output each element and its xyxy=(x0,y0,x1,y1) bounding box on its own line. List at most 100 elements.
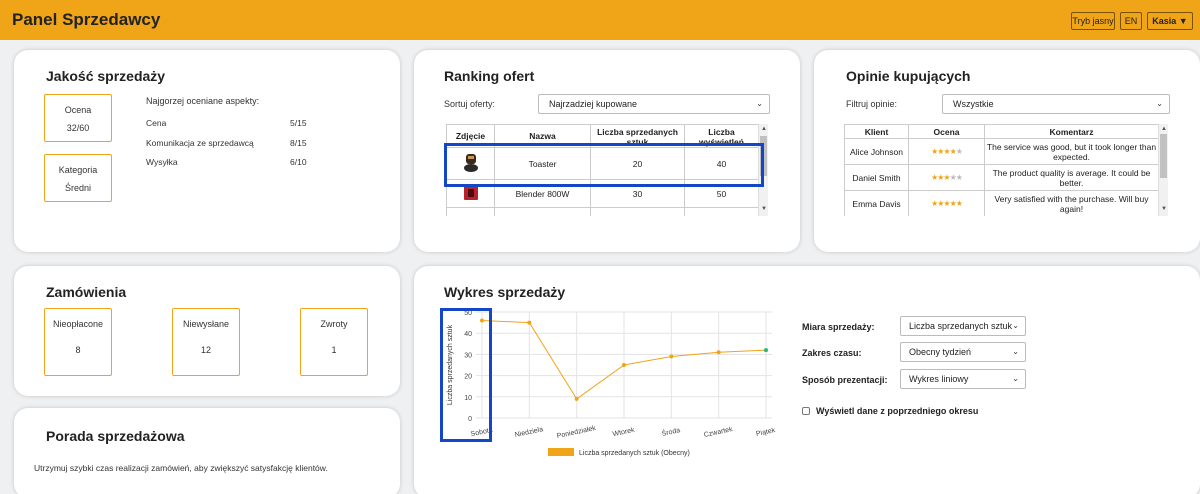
chevron-down-icon: ⌄ xyxy=(1012,321,1019,330)
category-box: Kategoria Średni xyxy=(44,154,112,202)
x-tick-label: Piątek xyxy=(755,427,776,438)
data-point xyxy=(574,396,579,401)
filter-opinions-select[interactable]: Wszystkie ⌄ xyxy=(942,94,1170,114)
chevron-down-icon: ⌄ xyxy=(756,99,763,108)
buyer-opinions-title: Opinie kupujących xyxy=(846,68,971,84)
sales-measure-select[interactable]: Liczba sprzedanych sztuk ⌄ xyxy=(900,316,1026,336)
language-button[interactable]: EN xyxy=(1120,12,1142,30)
returns-value: 1 xyxy=(331,345,337,355)
x-tick-label: Niedziela xyxy=(514,426,544,439)
chevron-down-icon: ⌄ xyxy=(1156,99,1163,108)
y-tick-label: 20 xyxy=(464,374,472,381)
star-rating-icon: ★★★★★ xyxy=(931,173,963,182)
sales-tip-title: Porada sprzedażowa xyxy=(46,428,185,444)
opinions-scrollbar[interactable]: ▲ ▼ xyxy=(1158,124,1168,216)
time-range-label: Zakres czasu: xyxy=(802,348,862,358)
y-tick-label: 40 xyxy=(464,331,472,338)
category-label: Kategoria xyxy=(58,165,98,175)
table-row[interactable]: Blender 800W 30 50 xyxy=(446,179,759,208)
data-point xyxy=(527,320,532,325)
sort-offers-value: Najrzadziej kupowane xyxy=(549,99,638,109)
views-count: 40 xyxy=(684,147,759,180)
comment-text: The service was good, but it took longer… xyxy=(984,138,1159,165)
aspect-value: 5/15 xyxy=(290,118,307,128)
orders-card: Zamówienia Nieopłacone 8 Niewysłane 12 Z… xyxy=(14,266,400,396)
column-header: Ocena xyxy=(908,124,985,139)
chevron-down-icon: ⌄ xyxy=(1012,347,1019,356)
time-range-select[interactable]: Obecny tydzień ⌄ xyxy=(900,342,1026,362)
sales-quality-title: Jakość sprzedaży xyxy=(46,68,166,84)
worst-aspects-title: Najgorzej oceniane aspekty: xyxy=(146,96,260,106)
data-point xyxy=(764,348,768,353)
table-row[interactable]: Emma Davis ★★★★★ Very satisfied with the… xyxy=(844,190,1159,216)
unpaid-value: 8 xyxy=(75,345,81,355)
scroll-up-icon[interactable]: ▲ xyxy=(761,126,767,132)
sales-line-chart: 0 10 20 30 40 50 Sobota Niedziela Poniedziałek Wt… xyxy=(447,310,776,457)
user-menu-button[interactable]: Kasia ▼ xyxy=(1147,12,1193,30)
scroll-up-icon[interactable]: ▲ xyxy=(1161,126,1167,132)
sold-count: 20 xyxy=(590,147,685,180)
scroll-down-icon[interactable]: ▼ xyxy=(761,206,767,212)
table-row[interactable]: Alice Johnson ★★★★★ The service was good… xyxy=(844,138,1159,165)
views-count: 50 xyxy=(684,179,759,208)
unpaid-orders-box[interactable]: Nieopłacone 8 xyxy=(44,308,112,376)
y-axis-label: Liczba sprzedanych sztuk xyxy=(447,324,454,405)
aspect-value: 8/15 xyxy=(290,138,307,148)
theme-toggle-button[interactable]: Tryb jasny xyxy=(1071,12,1115,30)
presentation-mode-select[interactable]: Wykres liniowy ⌄ xyxy=(900,369,1026,389)
opinions-table-container: Klient Ocena Komentarz Alice Johnson ★★★… xyxy=(844,124,1168,216)
product-image-cell xyxy=(446,147,495,180)
orders-title: Zamówienia xyxy=(46,284,127,300)
rating-stars: ★★★★★ xyxy=(908,138,985,165)
toaster-icon xyxy=(463,153,478,172)
y-tick-label: 10 xyxy=(464,395,472,402)
scroll-thumb[interactable] xyxy=(760,136,767,176)
column-header: Nazwa xyxy=(494,124,591,148)
filter-opinions-value: Wszystkie xyxy=(953,99,994,109)
rating-stars: ★★★★★ xyxy=(908,190,985,216)
unsent-value: 12 xyxy=(200,345,211,355)
score-box: Ocena 32/60 xyxy=(44,94,112,142)
data-point xyxy=(480,318,484,323)
sort-offers-select[interactable]: Najrzadziej kupowane ⌄ xyxy=(538,94,770,114)
unsent-orders-box[interactable]: Niewysłane 12 xyxy=(172,308,240,376)
aspect-name: Wysyłka xyxy=(146,157,178,167)
star-rating-icon: ★★★★★ xyxy=(931,147,963,156)
column-header: Liczba wyświetleń xyxy=(684,124,759,148)
chevron-down-icon: ⌄ xyxy=(1012,374,1019,383)
product-name: Toaster xyxy=(494,147,591,180)
scroll-thumb[interactable] xyxy=(1160,134,1167,178)
time-range-value: Obecny tydzień xyxy=(909,347,972,357)
client-name: Emma Davis xyxy=(844,190,909,216)
sales-quality-card: Jakość sprzedaży Ocena 32/60 Kategoria Ś… xyxy=(14,50,400,252)
product-image-cell xyxy=(446,179,495,208)
product-name: Blender 800W xyxy=(494,179,591,208)
star-rating-icon: ★★★★★ xyxy=(931,199,963,208)
x-tick-label: Sobota xyxy=(470,427,493,438)
blender-icon xyxy=(463,185,478,200)
previous-period-label[interactable]: Wyświetl dane z poprzedniego okresu xyxy=(816,406,978,416)
returns-box[interactable]: Zwroty 1 xyxy=(300,308,368,376)
sold-count: 30 xyxy=(590,179,685,208)
table-row[interactable]: Daniel Smith ★★★★★ The product quality i… xyxy=(844,164,1159,191)
column-header: Liczba sprzedanych sztuk xyxy=(590,124,685,148)
x-tick-label: Wtorek xyxy=(612,427,636,439)
y-tick-label: 0 xyxy=(468,416,472,423)
table-row[interactable]: Toaster 20 40 xyxy=(446,147,759,180)
unsent-label: Niewysłane xyxy=(182,319,230,329)
client-name: Alice Johnson xyxy=(844,138,909,165)
comment-text: Very satisfied with the purchase. Will b… xyxy=(984,190,1159,216)
previous-period-checkbox[interactable] xyxy=(802,407,810,415)
column-header-text: Liczba sprzedanych sztuk xyxy=(597,127,678,147)
legend-swatch xyxy=(548,448,574,456)
offer-ranking-title: Ranking ofert xyxy=(444,68,535,84)
x-tick-label: Poniedziałek xyxy=(556,425,597,440)
aspect-value: 6/10 xyxy=(290,157,307,167)
scroll-down-icon[interactable]: ▼ xyxy=(1161,206,1167,212)
sales-tip-text: Utrzymuj szybki czas realizacji zamówień… xyxy=(34,463,328,473)
app-title: Panel Sprzedawcy xyxy=(12,10,161,29)
offers-scrollbar[interactable]: ▲ ▼ xyxy=(758,124,768,216)
legend-label: Liczba sprzedanych sztuk (Obecny) xyxy=(579,450,690,457)
client-name: Daniel Smith xyxy=(844,164,909,191)
returns-label: Zwroty xyxy=(320,319,348,329)
